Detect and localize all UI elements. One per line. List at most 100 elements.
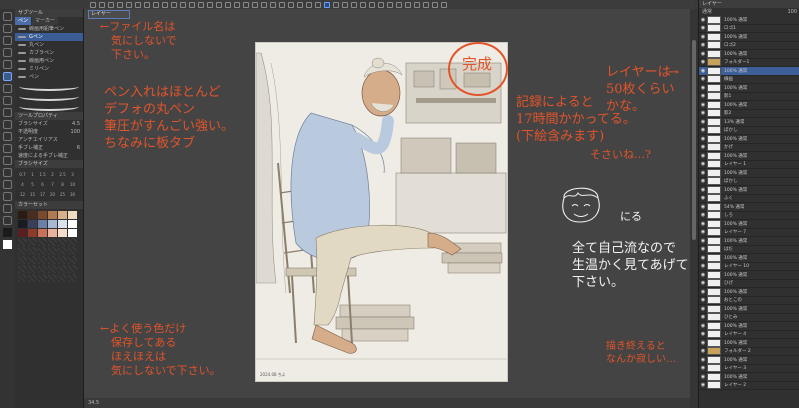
brush-size-preset[interactable]: 30 (68, 190, 77, 199)
layer-row[interactable]: ◉ ひげ (699, 279, 799, 288)
layer-row[interactable]: ◉ はだ (699, 245, 799, 254)
eye-icon[interactable]: ◉ (699, 263, 707, 269)
color-swatch-empty[interactable] (28, 247, 37, 255)
layer-row[interactable]: ◉ 100% 通常 (699, 304, 799, 314)
eye-icon[interactable]: ◉ (699, 212, 707, 218)
layer-row[interactable]: ◉ 100% 通常 (699, 151, 799, 161)
brush-item[interactable]: 線画用鉛筆ペン (15, 25, 83, 33)
command-icon[interactable] (315, 1, 321, 8)
tool-property-row[interactable]: 不透明度 100 (15, 128, 83, 136)
brush-size-preset[interactable]: 4 (18, 180, 27, 189)
command-icon[interactable] (162, 1, 168, 8)
eye-icon[interactable]: ◉ (699, 221, 707, 227)
tab-pen[interactable]: ペン (15, 17, 32, 25)
command-icon[interactable] (441, 1, 447, 8)
tool-property-row[interactable]: ブラシサイズ 4.5 (15, 120, 83, 128)
eye-icon[interactable]: ◉ (699, 102, 707, 108)
layer-row[interactable]: ◉ 100% 通常 (699, 355, 799, 365)
command-icon[interactable] (243, 1, 249, 8)
brush-item[interactable]: ミリペン (15, 65, 83, 73)
brush-size-preset[interactable]: 17 (38, 190, 47, 199)
layer-opacity-value[interactable]: 100 (787, 8, 797, 16)
color-swatch[interactable] (58, 220, 67, 228)
pencil-tool-icon[interactable] (3, 84, 12, 93)
layer-row[interactable]: ◉ 100% 通常 (699, 338, 799, 348)
gradient-tool-icon[interactable] (3, 156, 12, 165)
brush-size-preset[interactable]: 1 (28, 170, 37, 179)
layer-row[interactable]: ◉ 線画 (699, 75, 799, 84)
eye-icon[interactable]: ◉ (699, 59, 707, 65)
layer-row[interactable]: ◉ ロゴ1 (699, 24, 799, 33)
color-swatch[interactable] (68, 220, 77, 228)
eye-icon[interactable]: ◉ (699, 178, 707, 184)
layer-row[interactable]: ◉ 54% 通常 (699, 202, 799, 212)
layer-row[interactable]: ◉ 影2 (699, 109, 799, 118)
eye-icon[interactable]: ◉ (699, 365, 707, 371)
command-icon[interactable] (189, 1, 195, 8)
brush-item[interactable]: カブラペン (15, 49, 83, 57)
layer-row[interactable]: ◉ 100% 通常 (699, 236, 799, 246)
canvas-tab[interactable]: レイヤー (88, 10, 130, 19)
layer-row[interactable]: ◉ 100% 通常 (699, 32, 799, 42)
layer-row[interactable]: ◉ 100% 通常 (699, 134, 799, 144)
layer-row[interactable]: ◉ レイヤー 4 (699, 330, 799, 339)
command-icon[interactable] (378, 1, 384, 8)
color-swatch[interactable] (68, 211, 77, 219)
color-swatch-empty[interactable] (38, 247, 47, 255)
layer-row[interactable]: ◉ ふく (699, 194, 799, 203)
eye-icon[interactable]: ◉ (699, 195, 707, 201)
color-swatch[interactable] (38, 211, 47, 219)
layer-folder-row[interactable]: ◉ フォルダー1 (699, 58, 799, 67)
command-icon[interactable] (360, 1, 366, 8)
layer-row[interactable]: ◉ レイヤー 7 (699, 228, 799, 237)
eye-icon[interactable]: ◉ (699, 136, 707, 142)
color-swatch-empty[interactable] (48, 256, 57, 264)
layer-row[interactable]: ◉ レイヤー 1 (699, 160, 799, 169)
command-icon[interactable] (126, 1, 132, 8)
layer-row[interactable]: ◉ 100% 通常 (699, 270, 799, 280)
brush-size-preset[interactable]: 8 (58, 180, 67, 189)
text-tool-icon[interactable] (3, 180, 12, 189)
eye-icon[interactable]: ◉ (699, 127, 707, 133)
brush-size-preset[interactable]: 15 (28, 190, 37, 199)
command-icon[interactable] (270, 1, 276, 8)
eye-icon[interactable]: ◉ (699, 323, 707, 329)
color-swatch-empty[interactable] (18, 265, 27, 273)
brush-size-preset[interactable]: 20 (48, 190, 57, 199)
eye-icon[interactable]: ◉ (699, 229, 707, 235)
color-swatch[interactable] (48, 220, 57, 228)
eye-icon[interactable]: ◉ (699, 255, 707, 261)
zoom-tool-icon[interactable] (3, 12, 12, 21)
color-swatch-empty[interactable] (48, 274, 57, 282)
airbrush-tool-icon[interactable] (3, 108, 12, 117)
command-icon[interactable] (108, 1, 114, 8)
eye-icon[interactable]: ◉ (699, 382, 707, 388)
layer-row[interactable]: ◉ しろ (699, 211, 799, 220)
eyedropper-tool-icon[interactable] (3, 60, 12, 69)
color-swatch-empty[interactable] (48, 265, 57, 273)
brush-size-preset[interactable]: 2.5 (58, 170, 67, 179)
eye-icon[interactable]: ◉ (699, 25, 707, 31)
balloon-tool-icon[interactable] (3, 192, 12, 201)
color-swatch-empty[interactable] (58, 274, 67, 282)
sub-color-swatch[interactable] (3, 240, 12, 249)
command-icon[interactable] (369, 1, 375, 8)
color-swatch-empty[interactable] (68, 265, 77, 273)
layer-row[interactable]: ◉ 100% 通常 (699, 321, 799, 331)
layer-panel-tab[interactable]: レイヤー (699, 0, 799, 8)
eye-icon[interactable]: ◉ (699, 161, 707, 167)
layer-row[interactable]: ◉ 100% 通常 (699, 253, 799, 263)
tool-property-value[interactable]: 100 (70, 128, 80, 136)
brush-size-preset[interactable]: 7 (48, 180, 57, 189)
layer-row[interactable]: ◉ レイヤー 10 (699, 262, 799, 271)
color-swatch-empty[interactable] (18, 256, 27, 264)
color-swatch-empty[interactable] (48, 238, 57, 246)
tab-marker[interactable]: マーカー (32, 17, 59, 25)
color-swatch-empty[interactable] (68, 274, 77, 282)
eye-icon[interactable]: ◉ (699, 280, 707, 286)
command-icon[interactable] (432, 1, 438, 8)
eye-icon[interactable]: ◉ (699, 76, 707, 82)
brush-size-preset[interactable]: 0.7 (18, 170, 27, 179)
layer-row[interactable]: ◉ 100% 通常 (699, 219, 799, 229)
color-swatch[interactable] (18, 211, 27, 219)
